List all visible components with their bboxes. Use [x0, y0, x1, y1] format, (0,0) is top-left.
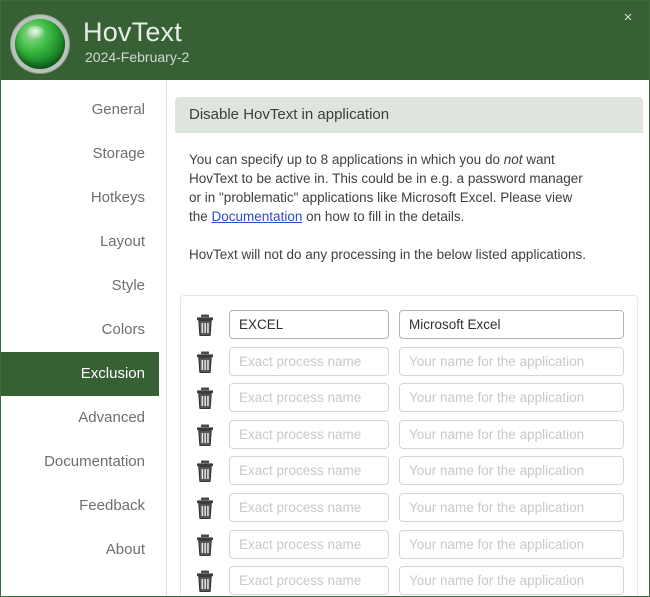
trash-icon[interactable]	[196, 351, 214, 373]
processing-note: HovText will not do any processing in th…	[175, 226, 643, 264]
application-name-input[interactable]	[399, 493, 624, 522]
sidebar-item-storage[interactable]: Storage	[1, 132, 159, 176]
sidebar-item-advanced[interactable]: Advanced	[1, 396, 159, 440]
exclusion-rows-container	[180, 295, 638, 597]
desc-part-3: on how to fill in the details.	[302, 209, 464, 224]
desc-part-1: You can specify up to 8 applications in …	[189, 152, 504, 167]
sidebar-item-colors[interactable]: Colors	[1, 308, 159, 352]
application-name-input[interactable]	[399, 420, 624, 449]
app-logo-icon	[15, 19, 65, 69]
trash-icon[interactable]	[196, 460, 214, 482]
application-name-input[interactable]	[399, 310, 624, 339]
description-paragraph: You can specify up to 8 applications in …	[175, 133, 605, 226]
process-name-input[interactable]	[229, 420, 389, 449]
sidebar-item-exclusion[interactable]: Exclusion	[1, 352, 159, 396]
sidebar-item-hotkeys[interactable]: Hotkeys	[1, 176, 159, 220]
exclusion-row	[181, 564, 639, 597]
process-name-input[interactable]	[229, 566, 389, 595]
process-name-input[interactable]	[229, 530, 389, 559]
application-name-input[interactable]	[399, 566, 624, 595]
sidebar-item-style[interactable]: Style	[1, 264, 159, 308]
exclusion-row	[181, 491, 639, 527]
process-name-input[interactable]	[229, 347, 389, 376]
hovtext-settings-window: HovText 2024-February-2 × GeneralStorage…	[0, 0, 650, 597]
process-name-input[interactable]	[229, 493, 389, 522]
trash-icon[interactable]	[196, 387, 214, 409]
application-name-input[interactable]	[399, 456, 624, 485]
trash-icon[interactable]	[196, 424, 214, 446]
title-bar: HovText 2024-February-2 ×	[1, 1, 650, 80]
sidebar-item-feedback[interactable]: Feedback	[1, 484, 159, 528]
application-name-input[interactable]	[399, 383, 624, 412]
process-name-input[interactable]	[229, 383, 389, 412]
panel-body: You can specify up to 8 applications in …	[175, 133, 643, 264]
content-area: Disable HovText in application You can s…	[167, 80, 650, 597]
sidebar-item-general[interactable]: General	[1, 88, 159, 132]
trash-icon[interactable]	[196, 314, 214, 336]
exclusion-row	[181, 454, 639, 490]
exclusion-row	[181, 308, 639, 344]
trash-icon[interactable]	[196, 534, 214, 556]
close-icon[interactable]: ×	[615, 6, 641, 30]
panel-title: Disable HovText in application	[175, 97, 643, 133]
process-name-input[interactable]	[229, 310, 389, 339]
documentation-link[interactable]: Documentation	[212, 209, 303, 224]
exclusion-row	[181, 528, 639, 564]
app-version-label: 2024-February-2	[85, 49, 189, 65]
sidebar-item-about[interactable]: About	[1, 528, 159, 572]
exclusion-row	[181, 381, 639, 417]
app-title: HovText	[83, 17, 182, 48]
exclusion-row	[181, 418, 639, 454]
application-name-input[interactable]	[399, 530, 624, 559]
exclusion-row	[181, 345, 639, 381]
sidebar-item-layout[interactable]: Layout	[1, 220, 159, 264]
desc-emphasis: not	[504, 152, 523, 167]
trash-icon[interactable]	[196, 497, 214, 519]
application-name-input[interactable]	[399, 347, 624, 376]
sidebar-item-documentation[interactable]: Documentation	[1, 440, 159, 484]
exclusion-panel: Disable HovText in application You can s…	[175, 97, 643, 264]
trash-icon[interactable]	[196, 570, 214, 592]
process-name-input[interactable]	[229, 456, 389, 485]
sidebar: GeneralStorageHotkeysLayoutStyleColorsEx…	[1, 80, 167, 597]
